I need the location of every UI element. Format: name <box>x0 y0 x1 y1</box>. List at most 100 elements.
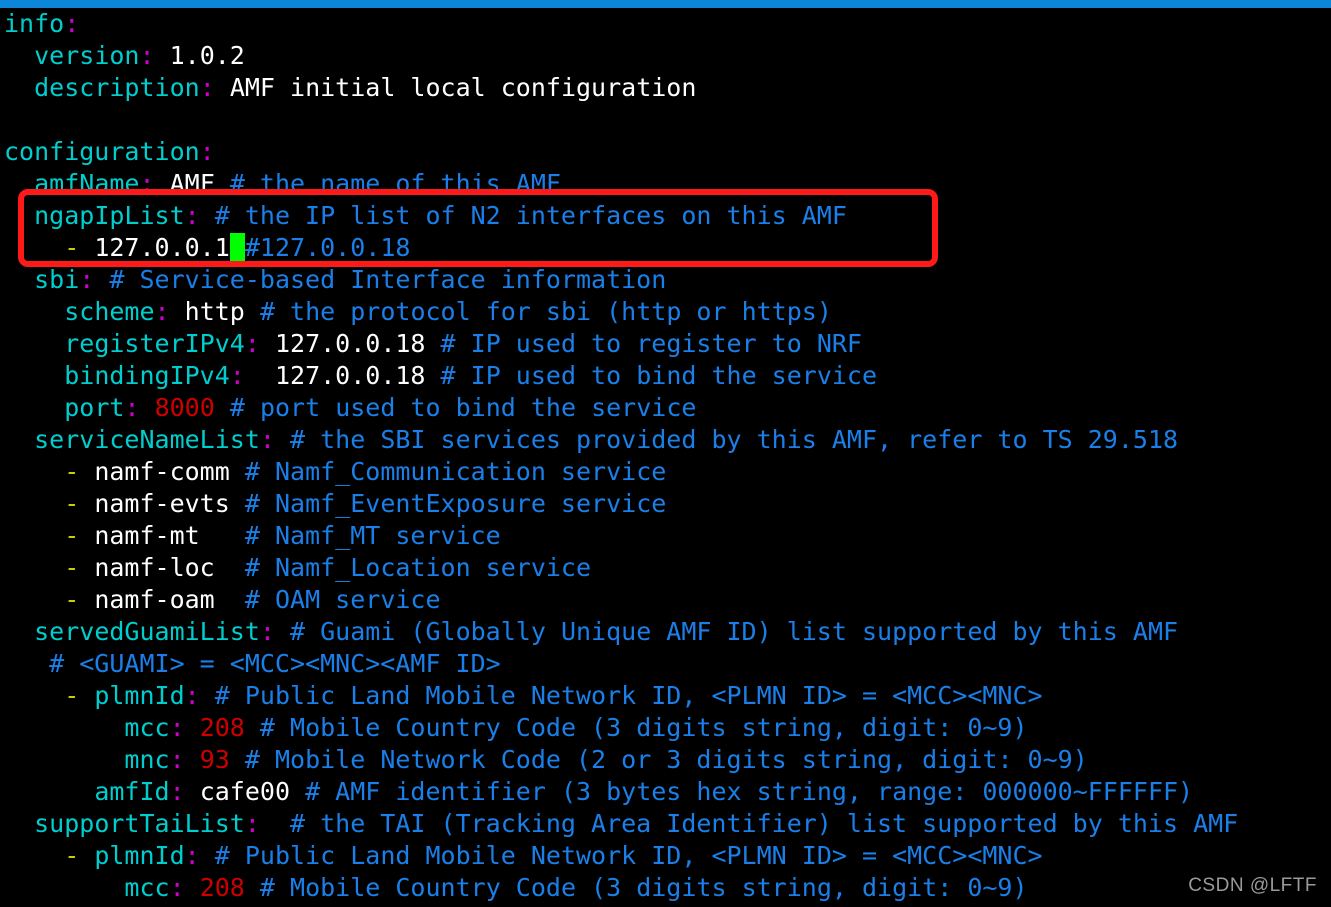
yaml-colon: : <box>184 681 200 710</box>
yaml-key: plmnId <box>94 681 185 710</box>
yaml-key: amfId <box>94 777 170 806</box>
yaml-comment: # the name of this AMF <box>229 169 561 198</box>
yaml-string-value: cafe00 <box>199 777 291 806</box>
yaml-comment: # Service-based Interface information <box>109 265 667 294</box>
code-line[interactable]: version: 1.0.2 <box>0 40 1331 72</box>
code-line[interactable]: - namf-mt # Namf_MT service <box>0 520 1331 552</box>
yaml-number-value: 93 <box>199 745 230 774</box>
yaml-key: bindingIPv4 <box>64 361 230 390</box>
code-line[interactable]: - 127.0.0.1 #127.0.0.18 <box>0 232 1331 264</box>
code-line[interactable]: servedGuamiList: # Guami (Globally Uniqu… <box>0 616 1331 648</box>
yaml-key: mnc <box>124 745 170 774</box>
yaml-string-value: http <box>184 297 245 326</box>
yaml-key: amfName <box>34 169 140 198</box>
yaml-comment: # the IP list of N2 interfaces on this A… <box>214 201 847 230</box>
code-line[interactable]: - plmnId: # Public Land Mobile Network I… <box>0 680 1331 712</box>
code-line[interactable]: configuration: <box>0 136 1331 168</box>
yaml-comment: # Namf_EventExposure service <box>244 489 667 518</box>
code-line[interactable]: serviceNameList: # the SBI services prov… <box>0 424 1331 456</box>
code-line[interactable]: amfId: cafe00 # AMF identifier (3 bytes … <box>0 776 1331 808</box>
yaml-string-value: 127.0.0.1 <box>94 233 230 262</box>
code-line[interactable]: bindingIPv4: 127.0.0.18 # IP used to bin… <box>0 360 1331 392</box>
yaml-key: version <box>34 41 140 70</box>
yaml-comment: # Public Land Mobile Network ID, <PLMN I… <box>214 681 1043 710</box>
code-line[interactable]: - namf-evts # Namf_EventExposure service <box>0 488 1331 520</box>
code-line[interactable]: info: <box>0 8 1331 40</box>
yaml-list-dash: - <box>64 521 95 550</box>
yaml-comment: # OAM service <box>244 585 441 614</box>
code-line[interactable]: amfName: AMF # the name of this AMF <box>0 168 1331 200</box>
code-line[interactable]: - namf-oam # OAM service <box>0 584 1331 616</box>
yaml-number-value: 208 <box>199 873 245 902</box>
yaml-colon: : <box>259 617 275 646</box>
yaml-comment: # AMF identifier (3 bytes hex string, ra… <box>305 777 1194 806</box>
yaml-comment: # Namf_Location service <box>244 553 592 582</box>
yaml-colon: : <box>139 41 155 70</box>
yaml-list-dash: - <box>64 457 95 486</box>
window-accent-bar <box>0 0 1331 8</box>
yaml-colon: : <box>169 873 185 902</box>
yaml-string-value: namf-loc <box>94 553 215 582</box>
yaml-colon: : <box>169 745 185 774</box>
yaml-list-dash: - <box>64 585 95 614</box>
yaml-string-value: AMF <box>169 169 215 198</box>
yaml-key: info <box>4 9 65 38</box>
yaml-colon: : <box>244 329 260 358</box>
code-line[interactable]: ngapIpList: # the IP list of N2 interfac… <box>0 200 1331 232</box>
yaml-comment: # IP used to register to NRF <box>440 329 862 358</box>
yaml-colon: : <box>169 713 185 742</box>
yaml-key: mcc <box>124 713 170 742</box>
code-line[interactable]: - namf-loc # Namf_Location service <box>0 552 1331 584</box>
yaml-comment: # Mobile Country Code (3 digits string, … <box>259 713 1028 742</box>
yaml-string-value: namf-comm <box>94 457 230 486</box>
yaml-colon: : <box>199 137 215 166</box>
yaml-comment: # Namf_MT service <box>244 521 501 550</box>
yaml-colon: : <box>184 841 200 870</box>
code-line[interactable]: mcc: 208 # Mobile Country Code (3 digits… <box>0 712 1331 744</box>
yaml-string-value: 127.0.0.18 <box>274 361 426 390</box>
yaml-key: description <box>34 73 200 102</box>
code-line[interactable]: mnc: 93 # Mobile Network Code (2 or 3 di… <box>0 744 1331 776</box>
watermark-label: CSDN @LFTF <box>1188 875 1317 896</box>
code-line[interactable]: # <GUAMI> = <MCC><MNC><AMF ID> <box>0 648 1331 680</box>
yaml-colon: : <box>124 393 140 422</box>
yaml-string-value: namf-mt <box>94 521 200 550</box>
yaml-key: serviceNameList <box>34 425 260 454</box>
code-line[interactable]: - namf-comm # Namf_Communication service <box>0 456 1331 488</box>
yaml-key: supportTaiList <box>34 809 245 838</box>
terminal-screen: info: version: 1.0.2 description: AMF in… <box>0 0 1331 907</box>
yaml-list-dash: - <box>64 681 95 710</box>
yaml-key: port <box>64 393 125 422</box>
yaml-list-dash: - <box>64 233 95 262</box>
code-line[interactable]: scheme: http # the protocol for sbi (htt… <box>0 296 1331 328</box>
yaml-comment: # the TAI (Tracking Area Identifier) lis… <box>290 809 1239 838</box>
code-line[interactable]: registerIPv4: 127.0.0.18 # IP used to re… <box>0 328 1331 360</box>
yaml-string-value: namf-evts <box>94 489 230 518</box>
yaml-comment: # the SBI services provided by this AMF,… <box>290 425 1179 454</box>
yaml-list-dash: - <box>64 841 95 870</box>
yaml-comment: # Namf_Communication service <box>244 457 667 486</box>
code-line[interactable]: sbi: # Service-based Interface informati… <box>0 264 1331 296</box>
yaml-comment: # Public Land Mobile Network ID, <PLMN I… <box>214 841 1043 870</box>
yaml-colon: : <box>154 297 170 326</box>
code-line[interactable]: port: 8000 # port used to bind the servi… <box>0 392 1331 424</box>
yaml-colon: : <box>169 777 185 806</box>
yaml-key: ngapIpList <box>34 201 185 230</box>
code-line[interactable]: supportTaiList: # the TAI (Tracking Area… <box>0 808 1331 840</box>
yaml-colon: : <box>259 425 275 454</box>
code-line[interactable]: - plmnId: # Public Land Mobile Network I… <box>0 840 1331 872</box>
yaml-list-dash: - <box>64 489 95 518</box>
yaml-number-value: 208 <box>199 713 245 742</box>
yaml-colon: : <box>139 169 155 198</box>
yaml-key: mcc <box>124 873 170 902</box>
code-line[interactable]: mcc: 208 # Mobile Country Code (3 digits… <box>0 872 1331 904</box>
yaml-colon: : <box>64 9 80 38</box>
yaml-key: servedGuamiList <box>34 617 260 646</box>
yaml-key: configuration <box>4 137 200 166</box>
yaml-number-value: 8000 <box>154 393 215 422</box>
yaml-config-editor[interactable]: info: version: 1.0.2 description: AMF in… <box>0 8 1331 907</box>
yaml-colon: : <box>229 361 245 390</box>
code-line[interactable]: description: AMF initial local configura… <box>0 72 1331 104</box>
yaml-colon: : <box>199 73 215 102</box>
code-line[interactable] <box>0 104 1331 136</box>
